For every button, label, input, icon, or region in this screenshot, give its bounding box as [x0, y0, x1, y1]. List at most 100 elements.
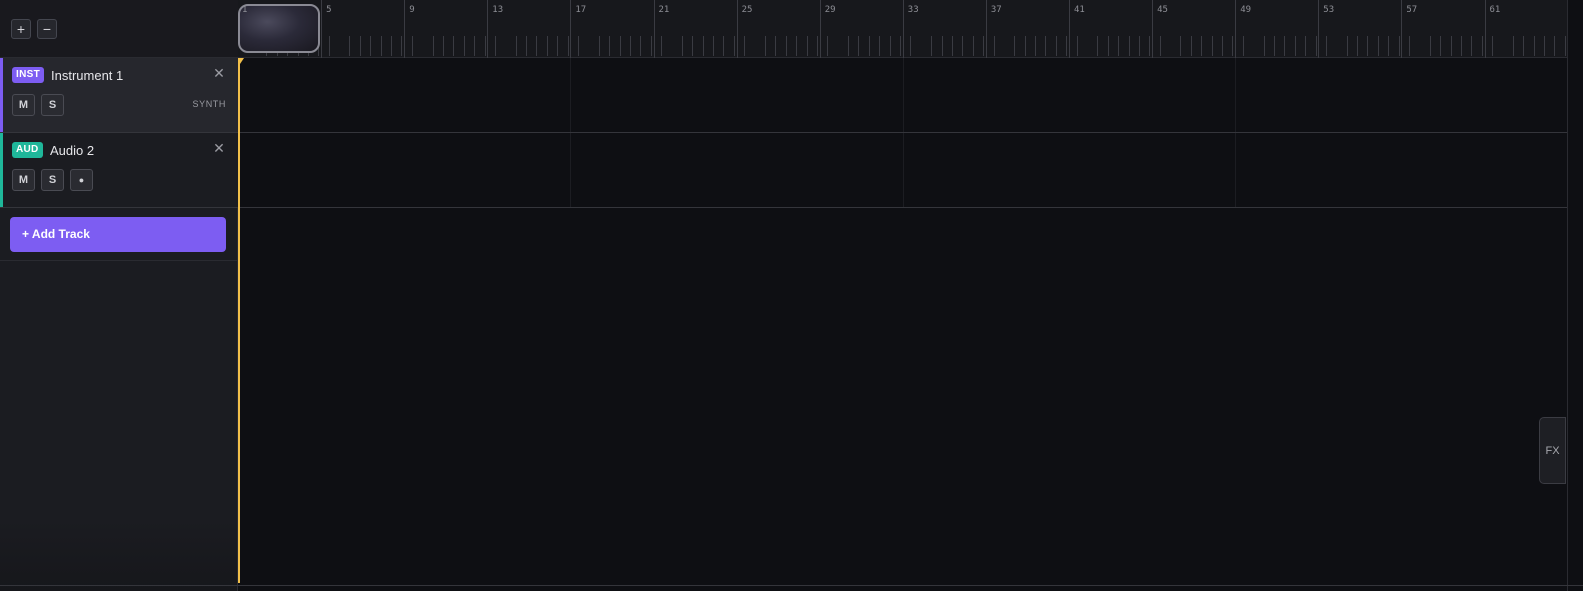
- bar-number: 53: [1323, 5, 1335, 15]
- bar-number: 45: [1157, 5, 1168, 15]
- ruler-tick: [879, 36, 881, 56]
- ruler-tick: [972, 36, 974, 56]
- ruler-tick: [764, 36, 766, 56]
- ruler-tick: [1398, 36, 1400, 56]
- ruler-tick: [1024, 36, 1026, 56]
- ruler-tick: [619, 36, 621, 56]
- bar-number: 9: [409, 5, 415, 15]
- track-header-instrument[interactable]: INST Instrument 1 ✕ M S SYNTH: [0, 58, 238, 133]
- ruler-tick: [1533, 36, 1535, 56]
- close-icon[interactable]: ✕: [212, 141, 226, 155]
- track-type-label: SYNTH: [192, 99, 226, 109]
- ruler-tick: [692, 36, 694, 56]
- close-icon[interactable]: ✕: [212, 66, 226, 80]
- track-lane-audio[interactable]: [238, 133, 1568, 208]
- ruler-tick: [1367, 36, 1369, 56]
- ruler-tick: [567, 36, 569, 56]
- record-arm-button[interactable]: ●: [70, 169, 93, 191]
- track-lane-instrument[interactable]: [238, 58, 1568, 133]
- ruler-tick: [1035, 36, 1037, 56]
- ruler-tick: [1523, 36, 1525, 56]
- ruler-tick: [1097, 36, 1099, 56]
- mute-button[interactable]: M: [12, 94, 35, 116]
- track-list-toolbar: + −: [0, 0, 238, 58]
- ruler-tick: [1263, 36, 1265, 56]
- bar-number: 17: [575, 5, 587, 15]
- track-name[interactable]: Audio 2: [50, 143, 94, 158]
- track-header-audio[interactable]: AUD Audio 2 ✕ M S ●: [0, 133, 238, 208]
- bar-number: 61: [1489, 5, 1501, 15]
- ruler-tick: [1138, 36, 1140, 56]
- ruler-tick: [1388, 36, 1390, 56]
- ruler-tick: [598, 36, 600, 56]
- track-color-stripe: [0, 58, 3, 132]
- track-type-badge: AUD: [12, 142, 43, 158]
- ruler-tick: [442, 36, 444, 56]
- bar-number: 57: [1406, 5, 1418, 15]
- bar-number: 33: [907, 5, 919, 15]
- track-list-panel: + − INST Instrument 1 ✕ M S SYNTH AUD Au…: [0, 0, 238, 591]
- zoom-out-button[interactable]: −: [37, 19, 57, 39]
- ruler-tick: [951, 36, 953, 56]
- ruler-tick: [941, 36, 943, 56]
- ruler-tick: [1107, 36, 1109, 56]
- fx-panel-tab[interactable]: FX: [1539, 417, 1566, 484]
- ruler-tick: [1128, 36, 1130, 56]
- bar-number: 5: [326, 5, 332, 15]
- ruler-tick: [1305, 36, 1307, 56]
- ruler-tick: [681, 36, 683, 56]
- zoom-in-button[interactable]: +: [11, 19, 31, 39]
- arrangement-lanes[interactable]: [238, 58, 1568, 585]
- ruler-tick: [1118, 36, 1120, 56]
- solo-button[interactable]: S: [41, 169, 64, 191]
- ruler-tick: [1512, 36, 1514, 56]
- ruler-tick: [796, 36, 798, 56]
- ruler-tick: [1014, 36, 1016, 56]
- ruler-tick: [536, 36, 538, 56]
- ruler-tick: [401, 36, 403, 56]
- ruler-tick: [1149, 36, 1151, 56]
- ruler-tick: [359, 36, 361, 56]
- ruler-tick: [1294, 36, 1296, 56]
- playhead-marker[interactable]: [238, 58, 244, 67]
- ruler-tick: [713, 36, 715, 56]
- ruler-tick: [1564, 36, 1566, 56]
- ruler-tick: [515, 36, 517, 56]
- ruler-tick: [391, 36, 393, 56]
- solo-button[interactable]: S: [41, 94, 64, 116]
- timeline-ruler[interactable]: 1 5 9 13 17 21 25 29 33 37 41 45 49 53 57 61: [238, 0, 1577, 58]
- bar-number: 13: [492, 5, 504, 15]
- track-color-stripe: [0, 133, 3, 207]
- loop-region[interactable]: [238, 4, 320, 53]
- ruler-tick: [723, 36, 725, 56]
- ruler-tick: [889, 36, 891, 56]
- ruler-tick: [858, 36, 860, 56]
- ruler-tick: [775, 36, 777, 56]
- ruler-tick: [1045, 36, 1047, 56]
- ruler-tick: [380, 36, 382, 56]
- bar-number: 49: [1240, 5, 1252, 15]
- track-name[interactable]: Instrument 1: [51, 68, 123, 83]
- ruler-tick: [1377, 36, 1379, 56]
- grid-line: [1235, 133, 1237, 207]
- ruler-tick: [983, 36, 985, 56]
- ruler-tick: [349, 36, 351, 56]
- ruler-tick: [1201, 36, 1203, 56]
- track-type-badge: INST: [12, 67, 44, 83]
- ruler-tick: [1222, 36, 1224, 56]
- ruler-tick: [1055, 36, 1057, 56]
- ruler-tick: [1232, 36, 1234, 56]
- ruler-tick: [806, 36, 808, 56]
- ruler-tick: [546, 36, 548, 56]
- mute-button[interactable]: M: [12, 169, 35, 191]
- ruler-tick: [1450, 36, 1452, 56]
- ruler-tick: [816, 36, 818, 56]
- ruler-tick: [640, 36, 642, 56]
- playhead[interactable]: [238, 58, 240, 583]
- bar-number: 41: [1074, 5, 1085, 15]
- bar-number: 29: [824, 5, 836, 15]
- add-track-button[interactable]: + Add Track: [10, 217, 226, 252]
- ruler-tick: [1544, 36, 1546, 56]
- ruler-tick: [650, 36, 652, 56]
- grid-line: [570, 58, 572, 132]
